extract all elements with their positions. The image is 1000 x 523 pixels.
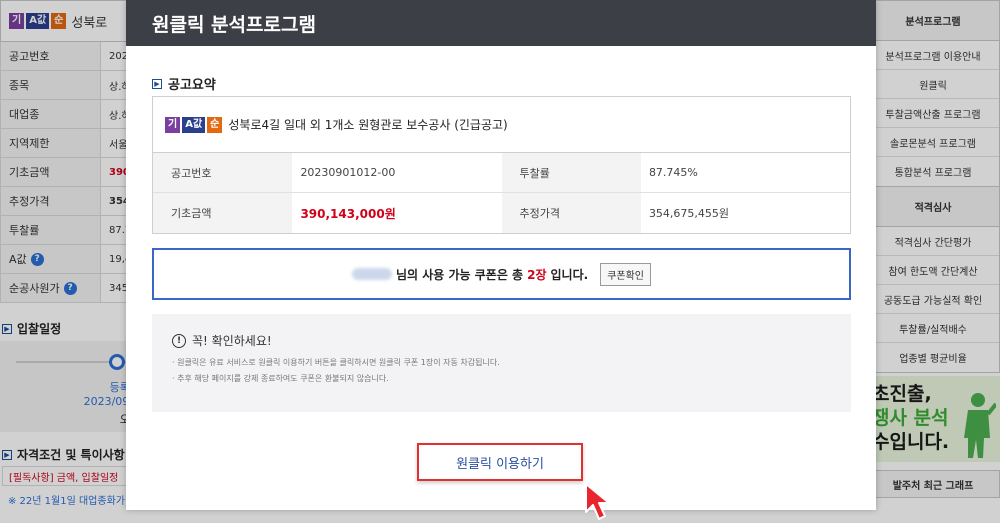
right-sidebar: 분석프로그램 분석프로그램 이용안내 원클릭 투찰금액산출 프로그램 솔로몬분석… — [866, 0, 1000, 523]
info-row: 대업종 상.하 — [0, 100, 140, 129]
tag-sun: 순 — [207, 116, 223, 133]
conditions-section-head: ▶ 자격조건 및 특이사항 — [2, 446, 125, 463]
info-row: 공고번호 2023 — [0, 42, 140, 71]
info-row: 지역제한 서울 — [0, 129, 140, 158]
bid-title-text: 성북로 — [71, 15, 108, 31]
bid-info-table: 공고번호 2023 종목 상.하 대업종 상.하 지역제한 서울 기초금액 39… — [0, 42, 140, 303]
sidebar-item-program-guide[interactable]: 분석프로그램 이용안내 — [867, 41, 999, 70]
summary-title-row: 기 A값 순 성북로4길 일대 외 1개소 원형관로 보수공사 (긴급공고) — [153, 97, 850, 153]
summary-row: 공고번호 20230901012-00 투찰률 87.745% — [153, 153, 850, 193]
info-label: 순공사원가 ? — [1, 274, 101, 302]
tag-a-value: A값 — [26, 13, 50, 29]
summary-label: 투찰률 — [501, 153, 641, 192]
info-row: 종목 상.하 — [0, 71, 140, 100]
banner-line: 쟁사 분석 — [872, 407, 949, 429]
tag-sun: 순 — [51, 13, 67, 29]
client-graph-menu[interactable]: 발주처 최근 그래프 — [866, 470, 1000, 498]
coupon-text-after: 입니다. — [550, 267, 589, 282]
info-label: 지역제한 — [1, 129, 101, 157]
summary-label: 추정가격 — [501, 193, 641, 233]
oneclick-modal: 원클릭 분석프로그램 ▶ 공고요약 기 A값 순 성북로4길 일대 외 1개소 … — [126, 0, 876, 510]
summary-head-text: 공고요약 — [168, 78, 216, 93]
coupon-count: 2장 — [527, 267, 547, 282]
tag-a-value: A값 — [182, 116, 206, 133]
coupon-text-before: 님의 사용 가능 쿠폰은 총 — [395, 267, 524, 282]
sidebar-item-bid-amount[interactable]: 투찰금액산출 프로그램 — [867, 99, 999, 128]
section-arrow-icon: ▶ — [2, 449, 12, 460]
industry-note: ※ 22년 1월1일 대업종화가 — [8, 496, 125, 507]
info-label: A값 ? — [1, 245, 101, 273]
analysis-program-menu: 분석프로그램 분석프로그램 이용안내 원클릭 투찰금액산출 프로그램 솔로몬분석… — [866, 0, 1000, 187]
promo-banner[interactable]: 초진출, 쟁사 분석 수입니다. — [866, 376, 1000, 462]
info-label: 기초금액 — [1, 158, 101, 186]
info-label-text: A값 — [9, 253, 27, 266]
schedule-head-text: 입찰일정 — [17, 322, 62, 336]
summary-label: 기초금액 — [153, 193, 293, 233]
summary-section-head: ▶ 공고요약 — [152, 74, 216, 93]
info-row: 추정가격 354 — [0, 187, 140, 216]
required-reading-note: [필독사항] 금액, 입찰일정 — [2, 466, 140, 486]
section-arrow-icon: ▶ — [152, 78, 162, 89]
summary-table: 기 A값 순 성북로4길 일대 외 1개소 원형관로 보수공사 (긴급공고) 공… — [152, 96, 851, 234]
notice-title: 성북로4길 일대 외 1개소 원형관로 보수공사 (긴급공고) — [228, 118, 508, 132]
bid-title-row: 기 A값 순 성북로 — [0, 0, 140, 42]
info-row: 순공사원가 ? 345, — [0, 274, 140, 303]
sidebar-item-limit-calc[interactable]: 참여 한도액 간단계산 — [867, 256, 999, 285]
banner-text: 초진출, 쟁사 분석 수입니다. — [872, 382, 949, 454]
notice-line: · 추후 해당 페이지를 강제 종료하여도 쿠폰은 환불되지 않습니다. — [172, 374, 389, 383]
section-arrow-icon: ▶ — [2, 323, 12, 334]
sidebar-item-joint-performance[interactable]: 공동도급 가능실적 확인 — [867, 285, 999, 314]
conditions-head-text: 자격조건 및 특이사항 — [17, 448, 125, 462]
schedule-timeline: 등록마 2023/09/0 오늘 — [0, 341, 140, 432]
info-row: 기초금액 390 — [0, 158, 140, 187]
summary-value: 354,675,455원 — [648, 207, 730, 220]
analysis-menu-head: 분석프로그램 — [867, 1, 999, 41]
banner-line: 초진출, — [872, 383, 932, 405]
info-label: 공고번호 — [1, 42, 101, 70]
modal-header: 원클릭 분석프로그램 — [126, 0, 876, 46]
help-icon[interactable]: ? — [30, 252, 44, 266]
qualification-menu-head: 적격심사 — [867, 187, 999, 227]
sidebar-item-industry-ratio[interactable]: 업종별 평균비율 — [867, 343, 999, 372]
info-label: 대업종 — [1, 100, 101, 128]
exclamation-icon: ! — [172, 333, 186, 348]
notice-line: · 원클릭은 유료 서비스로 원클릭 이용하기 버튼을 클릭하시면 원클릭 쿠폰… — [172, 358, 500, 367]
info-label: 추정가격 — [1, 187, 101, 215]
info-label: 종목 — [1, 71, 101, 99]
banner-line: 수입니다. — [872, 431, 950, 453]
use-oneclick-button[interactable]: 원클릭 이용하기 — [417, 443, 583, 481]
sidebar-item-oneclick[interactable]: 원클릭 — [867, 70, 999, 99]
info-label-text: 순공사원가 — [9, 282, 60, 295]
summary-value: 20230901012-00 — [300, 166, 396, 179]
summary-row: 기초금액 390,143,000원 추정가격 354,675,455원 — [153, 193, 850, 233]
schedule-section-head: ▶ 입찰일정 — [2, 320, 61, 337]
sidebar-item-simple-eval[interactable]: 적격심사 간단평가 — [867, 227, 999, 256]
coupon-info-box: 님의 사용 가능 쿠폰은 총 2장 입니다. 쿠폰확인 — [152, 248, 851, 300]
mouse-pointer-icon — [585, 483, 610, 520]
notice-box-title: ! 꼭! 확인하세요! — [172, 332, 831, 349]
info-row: 투찰률 87.7 — [0, 216, 140, 245]
summary-label: 공고번호 — [153, 153, 293, 192]
background-page-left: 기 A값 순 성북로 공고번호 2023 종목 상.하 대업종 상.하 지역제한… — [0, 0, 140, 523]
notice-box: ! 꼭! 확인하세요! · 원클릭은 유료 서비스로 원클릭 이용하기 버튼을 … — [152, 314, 851, 412]
notice-box-title-text: 꼭! 확인하세요! — [192, 334, 272, 348]
sidebar-item-bid-rate[interactable]: 투찰률/실적배수 — [867, 314, 999, 343]
info-row: A값 ? 19,4 — [0, 245, 140, 274]
tag-gi: 기 — [9, 13, 25, 29]
info-label: 투찰률 — [1, 216, 101, 244]
sidebar-item-solomon[interactable]: 솔로몬분석 프로그램 — [867, 128, 999, 157]
summary-value: 87.745% — [648, 166, 698, 179]
modal-title: 원클릭 분석프로그램 — [152, 13, 316, 36]
summary-value: 390,143,000원 — [300, 206, 396, 221]
timeline-dot-icon — [109, 354, 125, 370]
tag-gi: 기 — [165, 116, 181, 133]
blurred-username — [351, 268, 392, 280]
qualification-menu: 적격심사 적격심사 간단평가 참여 한도액 간단계산 공동도급 가능실적 확인 … — [866, 186, 1000, 373]
person-illustration-icon — [964, 393, 996, 458]
sidebar-item-integrated[interactable]: 통합분석 프로그램 — [867, 157, 999, 186]
help-icon[interactable]: ? — [63, 281, 77, 295]
coupon-check-button[interactable]: 쿠폰확인 — [600, 262, 651, 286]
